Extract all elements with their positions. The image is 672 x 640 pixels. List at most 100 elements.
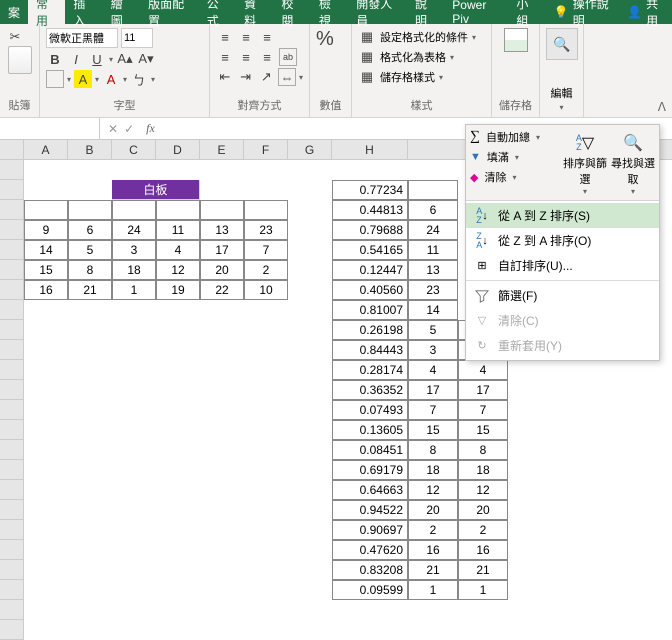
cell[interactable] bbox=[200, 200, 244, 220]
conditional-format-button[interactable]: ▦設定格式化的條件 ▾ bbox=[358, 28, 485, 46]
cell[interactable]: 1 bbox=[408, 580, 458, 600]
merge-button[interactable]: ⇔ bbox=[278, 68, 296, 86]
border-button[interactable] bbox=[46, 70, 64, 88]
cell[interactable]: 18 bbox=[458, 460, 508, 480]
cell[interactable]: 15 bbox=[408, 420, 458, 440]
align-left-icon[interactable]: ≡ bbox=[216, 48, 234, 66]
font-name-select[interactable] bbox=[46, 28, 118, 48]
share-button[interactable]: 👤共用 bbox=[619, 0, 672, 24]
cut-icon[interactable]: ✂ bbox=[6, 28, 24, 46]
cell[interactable]: 0.84443 bbox=[332, 340, 408, 360]
cell[interactable]: 0.07493 bbox=[332, 400, 408, 420]
cell[interactable]: 0.13605 bbox=[332, 420, 408, 440]
cell[interactable]: 10 bbox=[244, 280, 288, 300]
cell[interactable]: 2 bbox=[408, 520, 458, 540]
editing-button[interactable]: 🔍 bbox=[546, 28, 578, 60]
cell[interactable]: 21 bbox=[458, 560, 508, 580]
tab-insert[interactable]: 插入 bbox=[65, 0, 102, 24]
cell[interactable]: 23 bbox=[244, 220, 288, 240]
phonetic-button[interactable]: ㄅ bbox=[130, 70, 148, 88]
menu-custom-sort[interactable]: ⊞自訂排序(U)... bbox=[466, 253, 659, 278]
orientation-icon[interactable]: ↗ bbox=[257, 68, 275, 86]
fill-button[interactable]: ▼填滿 ▾ bbox=[470, 149, 559, 165]
align-top-icon[interactable]: ≡ bbox=[216, 28, 234, 46]
cell[interactable]: 15 bbox=[458, 420, 508, 440]
cell[interactable] bbox=[24, 200, 68, 220]
tab-help[interactable]: 說明 bbox=[407, 0, 444, 24]
align-bottom-icon[interactable]: ≡ bbox=[258, 28, 276, 46]
cell[interactable]: 17 bbox=[200, 240, 244, 260]
cell[interactable]: 0.94522 bbox=[332, 500, 408, 520]
percent-icon[interactable]: % bbox=[316, 28, 345, 51]
cell[interactable] bbox=[244, 200, 288, 220]
cell[interactable]: 24 bbox=[112, 220, 156, 240]
cell[interactable]: 1 bbox=[112, 280, 156, 300]
find-select-button[interactable]: 🔍 尋找與選取▾ bbox=[611, 129, 655, 196]
tab-review[interactable]: 校閱 bbox=[274, 0, 311, 24]
cell[interactable]: 20 bbox=[458, 500, 508, 520]
cell[interactable]: 5 bbox=[408, 320, 458, 340]
name-box[interactable] bbox=[0, 118, 100, 139]
tab-draw[interactable]: 繪圖 bbox=[103, 0, 140, 24]
col-header-A[interactable]: A bbox=[24, 140, 68, 159]
cell[interactable]: 0.26198 bbox=[332, 320, 408, 340]
align-center-icon[interactable]: ≡ bbox=[237, 48, 255, 66]
paste-button[interactable] bbox=[8, 46, 32, 74]
tab-file[interactable]: 案 bbox=[0, 0, 28, 24]
tab-powerpivot[interactable]: Power Piv bbox=[444, 0, 508, 24]
cell-styles-button[interactable]: ▦儲存格樣式 ▾ bbox=[358, 68, 485, 86]
cell[interactable]: 2 bbox=[244, 260, 288, 280]
italic-button[interactable]: I bbox=[67, 50, 85, 68]
cell[interactable]: 0.90697 bbox=[332, 520, 408, 540]
clear-button[interactable]: ◆清除 ▾ bbox=[470, 169, 559, 185]
cell[interactable]: 6 bbox=[68, 220, 112, 240]
cell[interactable]: 0.64663 bbox=[332, 480, 408, 500]
cell[interactable]: 4 bbox=[458, 360, 508, 380]
cell[interactable]: 12 bbox=[408, 480, 458, 500]
fill-color-button[interactable]: A bbox=[74, 70, 92, 88]
cell[interactable]: 13 bbox=[408, 260, 458, 280]
cells-format-button[interactable] bbox=[504, 28, 528, 52]
menu-sort-za[interactable]: ZA↓從 Z 到 A 排序(O) bbox=[466, 228, 659, 253]
cell[interactable]: 0.08451 bbox=[332, 440, 408, 460]
cell[interactable]: 8 bbox=[68, 260, 112, 280]
cell[interactable]: 18 bbox=[408, 460, 458, 480]
cell[interactable]: 0.47620 bbox=[332, 540, 408, 560]
increase-indent-icon[interactable]: ⇥ bbox=[237, 68, 255, 86]
font-size-select[interactable] bbox=[121, 28, 153, 48]
cell[interactable]: 2 bbox=[458, 520, 508, 540]
cell[interactable]: 0.81007 bbox=[332, 300, 408, 320]
cell[interactable]: 12 bbox=[156, 260, 200, 280]
cell[interactable]: 0.83208 bbox=[332, 560, 408, 580]
cell[interactable]: 20 bbox=[408, 500, 458, 520]
cell[interactable]: 17 bbox=[458, 380, 508, 400]
cell[interactable]: 8 bbox=[408, 440, 458, 460]
cell[interactable]: 21 bbox=[68, 280, 112, 300]
tell-me-search[interactable]: 💡操作說明 bbox=[546, 0, 619, 24]
cell[interactable] bbox=[408, 180, 458, 200]
cell[interactable]: 0.40560 bbox=[332, 280, 408, 300]
cell[interactable] bbox=[68, 200, 112, 220]
col-header-D[interactable]: D bbox=[156, 140, 200, 159]
cell[interactable]: 20 bbox=[200, 260, 244, 280]
cell[interactable]: 0.77234 bbox=[332, 180, 408, 200]
sort-filter-button[interactable]: AZ▽ 排序與篩選▾ bbox=[563, 129, 607, 196]
menu-filter[interactable]: 篩選(F) bbox=[466, 283, 659, 308]
increase-font-button[interactable]: A▴ bbox=[116, 50, 134, 68]
font-color-button[interactable]: A bbox=[102, 70, 120, 88]
format-as-table-button[interactable]: ▦格式化為表格 ▾ bbox=[358, 48, 485, 66]
cell[interactable]: 0.79688 bbox=[332, 220, 408, 240]
cell[interactable]: 15 bbox=[24, 260, 68, 280]
cell[interactable]: 1 bbox=[458, 580, 508, 600]
cell[interactable]: 3 bbox=[408, 340, 458, 360]
col-header-B[interactable]: B bbox=[68, 140, 112, 159]
cell[interactable]: 19 bbox=[156, 280, 200, 300]
cell[interactable]: 14 bbox=[408, 300, 458, 320]
cell[interactable]: 11 bbox=[156, 220, 200, 240]
cell[interactable]: 0.28174 bbox=[332, 360, 408, 380]
menu-sort-az[interactable]: AZ↓從 A 到 Z 排序(S) bbox=[466, 203, 659, 228]
cell[interactable]: 0.54165 bbox=[332, 240, 408, 260]
cell[interactable]: 16 bbox=[408, 540, 458, 560]
cell[interactable]: 7 bbox=[244, 240, 288, 260]
cell[interactable]: 7 bbox=[408, 400, 458, 420]
